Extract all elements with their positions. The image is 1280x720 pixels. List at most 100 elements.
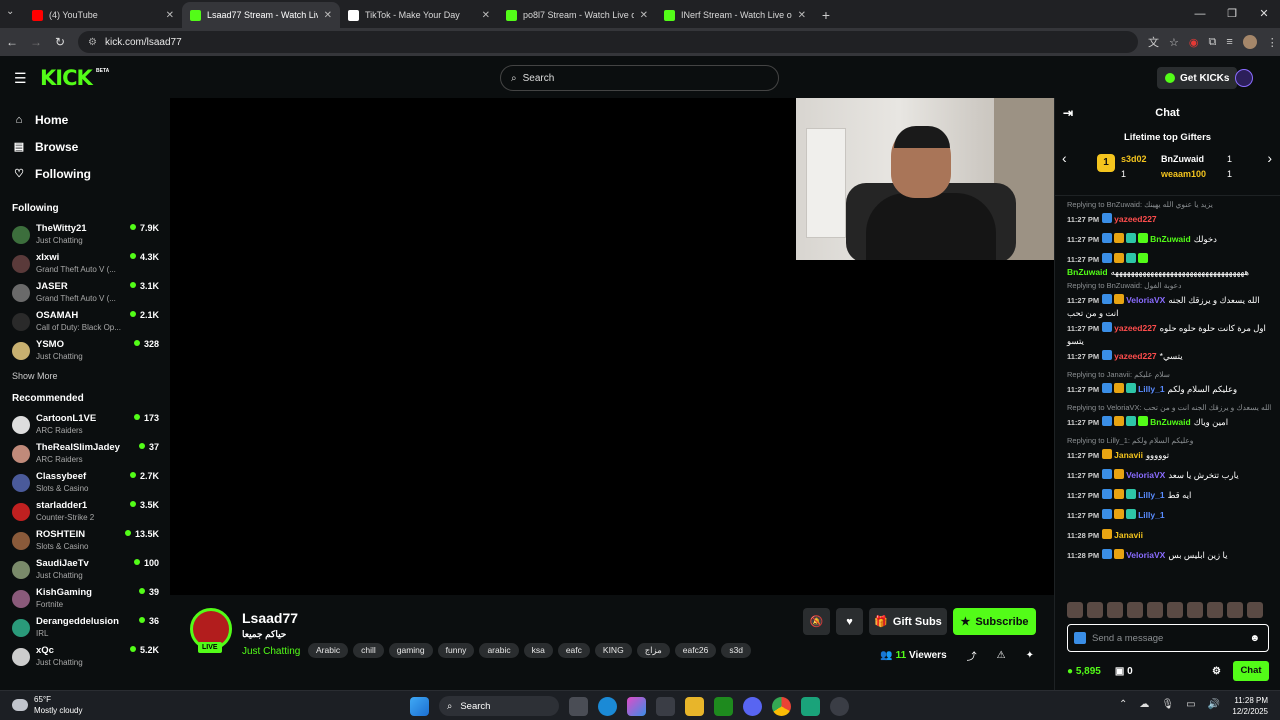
tab-close-icon[interactable]: ✕ [640, 10, 648, 21]
menu-dots-icon[interactable]: ⋮ [1267, 36, 1278, 49]
stream-tag[interactable]: funny [437, 643, 475, 658]
stream-tag[interactable]: eafc [557, 643, 590, 658]
browser-tab[interactable]: Lsaad77 Stream - Watch Live o ✕ [182, 2, 340, 28]
onedrive-icon[interactable]: ☁ [1139, 699, 1149, 710]
gift-count[interactable]: ▣ 0 [1115, 666, 1133, 677]
share-icon[interactable]: ⤴ [967, 648, 977, 663]
media-icon[interactable]: ≡ [1226, 36, 1232, 48]
profile-avatar[interactable] [1242, 35, 1257, 49]
hamburger-menu-icon[interactable]: ☰ [14, 70, 27, 87]
bookmark-star-icon[interactable]: ☆ [1169, 36, 1179, 49]
sidebar-nav-following[interactable]: ♡ Following [0, 160, 170, 187]
reload-icon[interactable]: ↻ [48, 35, 72, 49]
gift-subs-button[interactable]: 🎁 Gift Subs [869, 608, 947, 635]
tab-close-icon[interactable]: ✕ [166, 10, 174, 21]
stream-tag[interactable]: arabic [479, 643, 519, 658]
message-username[interactable]: Lilly_1 [1138, 384, 1164, 394]
report-icon[interactable]: ⚠ [997, 650, 1006, 661]
gifters-prev-icon[interactable]: ‹ [1062, 150, 1067, 166]
url-field[interactable]: ⚙ kick.com/lsaad77 [78, 31, 1138, 53]
sidebar-channel[interactable]: starladder1 Counter-Strike 2 3.5K [0, 497, 170, 526]
emote-icon[interactable] [1127, 602, 1143, 618]
follow-heart-button[interactable]: ♥ [836, 608, 863, 635]
message-username[interactable]: Janavii [1114, 530, 1143, 540]
message-username[interactable]: BnZuwaid [1150, 417, 1191, 427]
emote-icon[interactable] [1147, 602, 1163, 618]
stream-tag[interactable]: Arabic [308, 643, 349, 658]
emote-icon[interactable] [1227, 602, 1243, 618]
chat-input[interactable]: Send a message ☻ [1067, 624, 1269, 652]
show-more-link[interactable]: Show More [0, 371, 170, 381]
emote-icon[interactable] [1067, 602, 1083, 618]
message-username[interactable]: Lilly_1 [1138, 510, 1164, 520]
sidebar-channel[interactable]: SaudiJaeTv Just Chatting 100 [0, 555, 170, 584]
stream-tag[interactable]: KING [594, 643, 632, 658]
tab-close-icon[interactable]: ✕ [324, 10, 332, 21]
minimize-icon[interactable]: — [1184, 0, 1216, 28]
emote-icon[interactable] [1167, 602, 1183, 618]
gifters-next-icon[interactable]: › [1267, 150, 1272, 166]
kick-logo[interactable]: KICK [40, 66, 93, 90]
network-icon[interactable]: ▭ [1186, 699, 1195, 710]
settings-icon[interactable] [830, 696, 849, 716]
user-avatar[interactable] [1235, 69, 1253, 87]
message-username[interactable]: Lilly_1 [1138, 490, 1164, 500]
message-username[interactable]: BnZuwaid [1150, 234, 1191, 244]
clock[interactable]: 11:28 PM 12/2/2025 [1232, 695, 1268, 717]
file-explorer-icon[interactable] [685, 696, 704, 716]
tab-close-icon[interactable]: ✕ [798, 10, 806, 21]
emote-icon[interactable] [1087, 602, 1103, 618]
gifter-name[interactable]: weaam100 [1161, 169, 1206, 179]
message-username[interactable]: Janavii [1114, 450, 1143, 460]
collapse-chat-icon[interactable]: ⇥ [1063, 106, 1073, 120]
gifter-name[interactable]: BnZuwaid [1161, 154, 1204, 164]
stream-tag[interactable]: s3d [721, 643, 752, 658]
chat-identity-icon[interactable] [1074, 632, 1086, 644]
copilot-icon[interactable] [627, 696, 646, 716]
forward-icon[interactable]: → [24, 35, 48, 49]
sidebar-channel[interactable]: OSAMAH Call of Duty: Black Op... 2.1K [0, 307, 170, 336]
sidebar-channel[interactable]: TheRealSlimJadey ARC Raiders 37 [0, 439, 170, 468]
app-icon[interactable] [801, 696, 820, 716]
chat-settings-icon[interactable]: ⚙ [1212, 666, 1221, 677]
translate-icon[interactable]: 文 [1148, 34, 1159, 50]
discord-icon[interactable] [743, 696, 762, 716]
volume-icon[interactable]: 🔊 [1208, 699, 1220, 710]
kicks-balance[interactable]: ● 5,895 [1067, 666, 1101, 677]
message-username[interactable]: VeloriaVX [1126, 550, 1165, 560]
taskbar-search[interactable]: ⌕ Search [439, 696, 559, 716]
edge-icon[interactable] [598, 696, 617, 716]
stream-tag[interactable]: chill [353, 643, 384, 658]
extension-icon[interactable]: ◉ [1189, 36, 1199, 49]
stream-category[interactable]: Just Chatting [242, 646, 300, 657]
more-options-icon[interactable]: ✦ [1026, 650, 1034, 661]
start-icon[interactable] [410, 696, 429, 716]
message-username[interactable]: yazeed227 [1114, 323, 1157, 333]
message-username[interactable]: BnZuwaid [1067, 267, 1108, 277]
get-kicks-button[interactable]: Get KICKs [1157, 67, 1238, 89]
search-input[interactable]: ⌕ Search [500, 65, 779, 91]
send-chat-button[interactable]: Chat [1233, 661, 1269, 681]
task-view-icon[interactable] [569, 696, 588, 716]
chrome-icon[interactable] [772, 696, 791, 716]
browser-tab[interactable]: (4) YouTube ✕ [24, 2, 182, 28]
sidebar-channel[interactable]: TheWitty21 Just Chatting 7.9K [0, 220, 170, 249]
close-window-icon[interactable]: ✕ [1248, 0, 1280, 28]
emote-icon[interactable] [1207, 602, 1223, 618]
weather-widget[interactable]: 65°F Mostly cloudy [12, 694, 82, 716]
sidebar-channel[interactable]: xQc Just Chatting 5.2K [0, 642, 170, 671]
back-icon[interactable]: ← [0, 35, 24, 49]
puzzle-icon[interactable]: ⧉ [1208, 36, 1216, 49]
emote-icon[interactable] [1247, 602, 1263, 618]
store-icon[interactable] [656, 696, 675, 716]
sidebar-channel[interactable]: ROSHTEIN Slots & Casino 13.5K [0, 526, 170, 555]
channel-name[interactable]: Lsaad77 [242, 610, 298, 626]
maximize-icon[interactable]: ❐ [1216, 0, 1248, 28]
sidebar-channel[interactable]: CartoonL1VE ARC Raiders 173 [0, 410, 170, 439]
sidebar-channel[interactable]: xIxwi Grand Theft Auto V (... 4.3K [0, 249, 170, 278]
subscribe-button[interactable]: ★ Subscribe [953, 608, 1036, 635]
site-settings-icon[interactable]: ⚙ [88, 37, 97, 48]
gifter-name[interactable]: s3d02 [1121, 154, 1147, 164]
new-tab-button[interactable]: + [814, 2, 838, 28]
sidebar-channel[interactable]: KishGaming Fortnite 39 [0, 584, 170, 613]
